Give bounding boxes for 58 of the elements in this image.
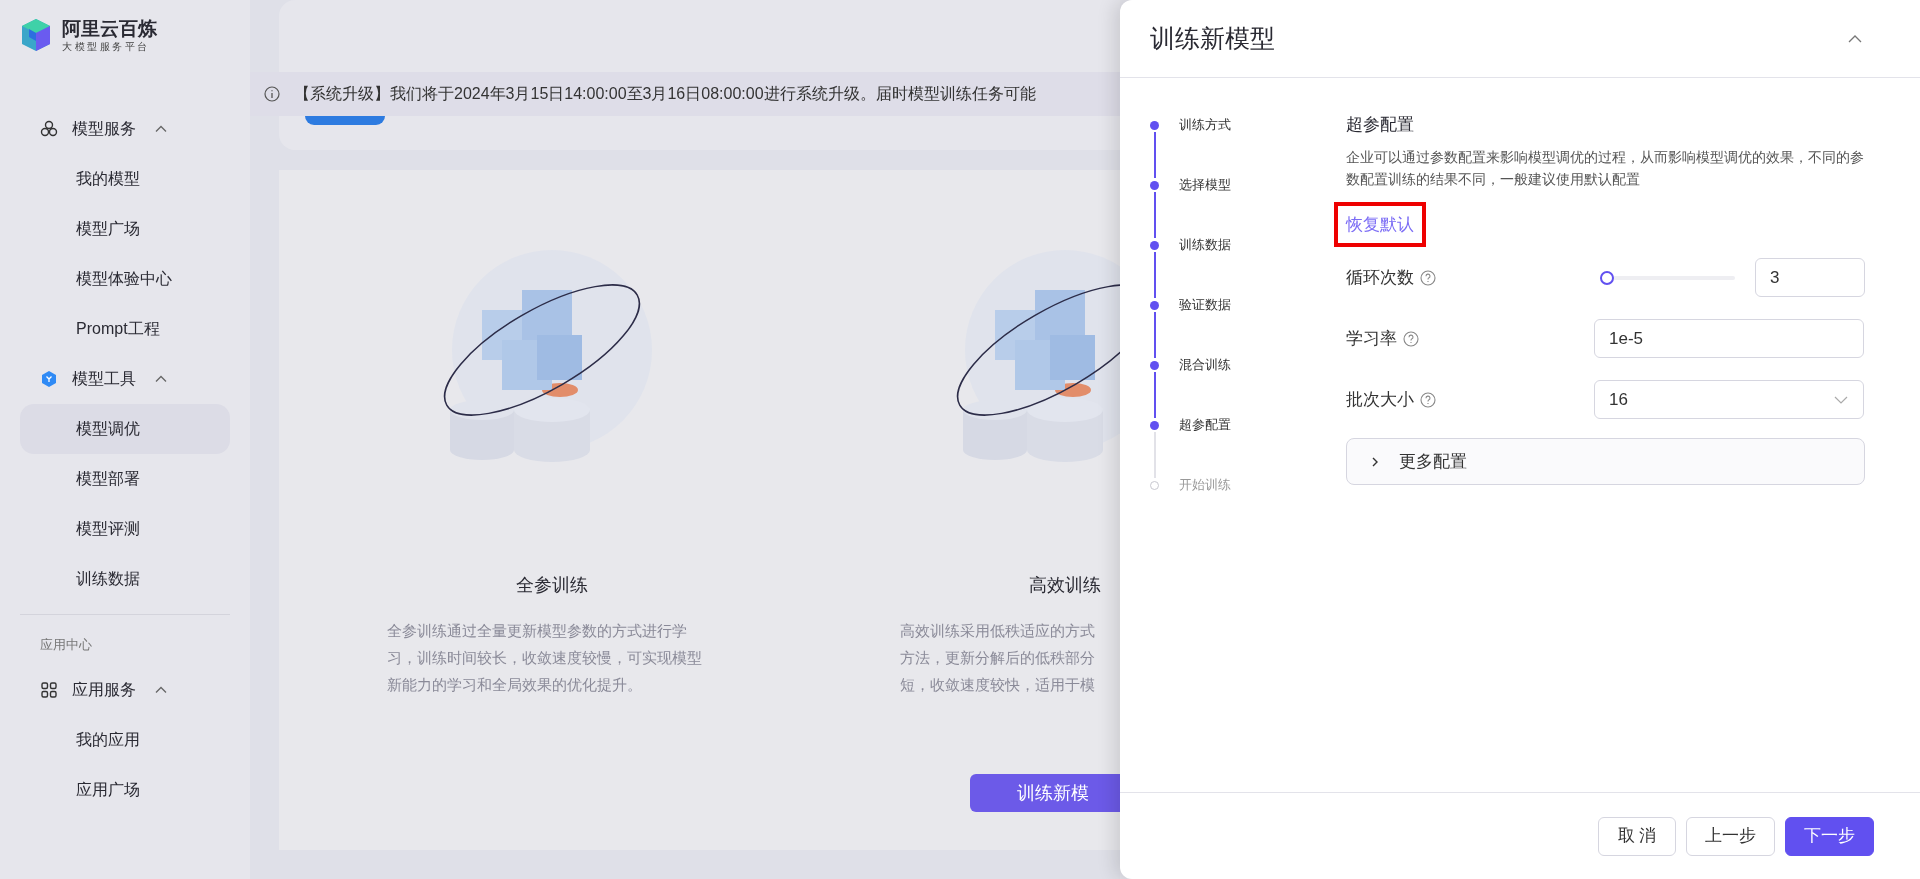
logo-title: 阿里云百炼 xyxy=(62,17,157,40)
menu-item[interactable]: 模型部署 xyxy=(20,454,230,504)
menu-item[interactable]: Prompt工程 xyxy=(20,304,230,354)
slider-thumb[interactable] xyxy=(1600,270,1614,285)
grid-icon xyxy=(40,681,58,699)
select-field[interactable]: 16 xyxy=(1594,380,1864,419)
hexagon-icon xyxy=(40,370,58,388)
menu-item[interactable]: 模型广场 xyxy=(20,204,230,254)
footer-button[interactable]: 上一步 xyxy=(1686,816,1775,856)
menu-group-label: 模型服务 xyxy=(72,119,137,139)
option-title: 全参训练 xyxy=(515,574,588,597)
menu-group-label: 模型工具 xyxy=(72,369,137,389)
menu-item[interactable]: 应用广场 xyxy=(20,765,230,815)
slider[interactable] xyxy=(1600,270,1735,285)
menu-item[interactable]: 模型评测 xyxy=(20,504,230,554)
field-label: 循环次数 xyxy=(1346,266,1414,289)
menu-group[interactable]: 模型工具 xyxy=(0,354,250,404)
footer-button[interactable]: 取 消 xyxy=(1598,816,1676,856)
step-label: 训练方式 xyxy=(1179,116,1231,135)
section-title: 超参配置 xyxy=(1346,114,1415,136)
menu-group-label: 应用服务 xyxy=(72,680,137,700)
option-description: 高效训练采用低秩适应的方式 方法，更新分解后的低秩部分 短，收敛速度较快，适用于模 xyxy=(899,621,1096,695)
section-heading: 应用中心 xyxy=(39,636,93,655)
notice-text: 【系统升级】我们将于2024年3月15日14:00:00至3月16日08:00:00进行系统升级。届时模型训练任务可能 xyxy=(294,84,1036,104)
step-label: 混合训练 xyxy=(1179,356,1231,375)
option-title: 高效训练 xyxy=(1028,574,1101,597)
menu-item[interactable]: 模型体验中心 xyxy=(20,254,230,304)
step-label: 训练数据 xyxy=(1179,236,1231,255)
drawer-title: 训练新模型 xyxy=(1150,22,1275,54)
menu-group[interactable]: 模型服务 xyxy=(0,104,250,154)
step-label: 选择模型 xyxy=(1179,176,1231,195)
section-description: 企业可以通过参数配置来影响模型调优的过程，从而影响模型调优的效果，不同的参数配置训练的结果不同，一般建议使用默认配置 xyxy=(1346,147,1865,189)
help-icon[interactable] xyxy=(1420,269,1436,286)
train-model-button[interactable]: 训练新模 xyxy=(969,774,1120,812)
select-value: 16 xyxy=(1609,388,1628,411)
menu-group[interactable]: 应用服务 xyxy=(0,665,250,715)
option-description: 全参训练通过全量更新模型参数的方式进行学 习，训练时间较长，收敛速度较慢，可实现模型 新能力的学习和全局效果的优化提升。 xyxy=(386,621,703,695)
button-edge[interactable] xyxy=(305,116,385,125)
step-label: 超参配置 xyxy=(1179,416,1231,435)
rings-icon xyxy=(40,120,58,138)
field-label: 批次大小 xyxy=(1346,388,1414,411)
menu-item[interactable]: 训练数据 xyxy=(20,554,230,604)
logo-subtitle: 大模型服务平台 xyxy=(62,39,151,53)
menu-item[interactable]: 我的模型 xyxy=(20,154,230,204)
help-icon[interactable] xyxy=(1403,330,1419,347)
field-label: 学习率 xyxy=(1346,327,1397,350)
collapse-panel[interactable]: 更多配置 xyxy=(1346,438,1865,485)
menu-item[interactable]: 模型调优 xyxy=(20,404,230,454)
step-label: 开始训练 xyxy=(1179,476,1231,495)
reset-link[interactable]: 恢复默认 xyxy=(1334,201,1426,247)
help-icon[interactable] xyxy=(1420,391,1436,408)
info-icon xyxy=(264,86,280,102)
number-field[interactable]: 3 xyxy=(1755,258,1865,297)
step-label: 验证数据 xyxy=(1179,296,1231,315)
menu-item[interactable]: 我的应用 xyxy=(20,715,230,765)
next-button[interactable]: 下一步 xyxy=(1785,816,1874,856)
collapse-label: 更多配置 xyxy=(1399,450,1467,473)
input-field[interactable]: 1e-5 xyxy=(1594,319,1864,358)
